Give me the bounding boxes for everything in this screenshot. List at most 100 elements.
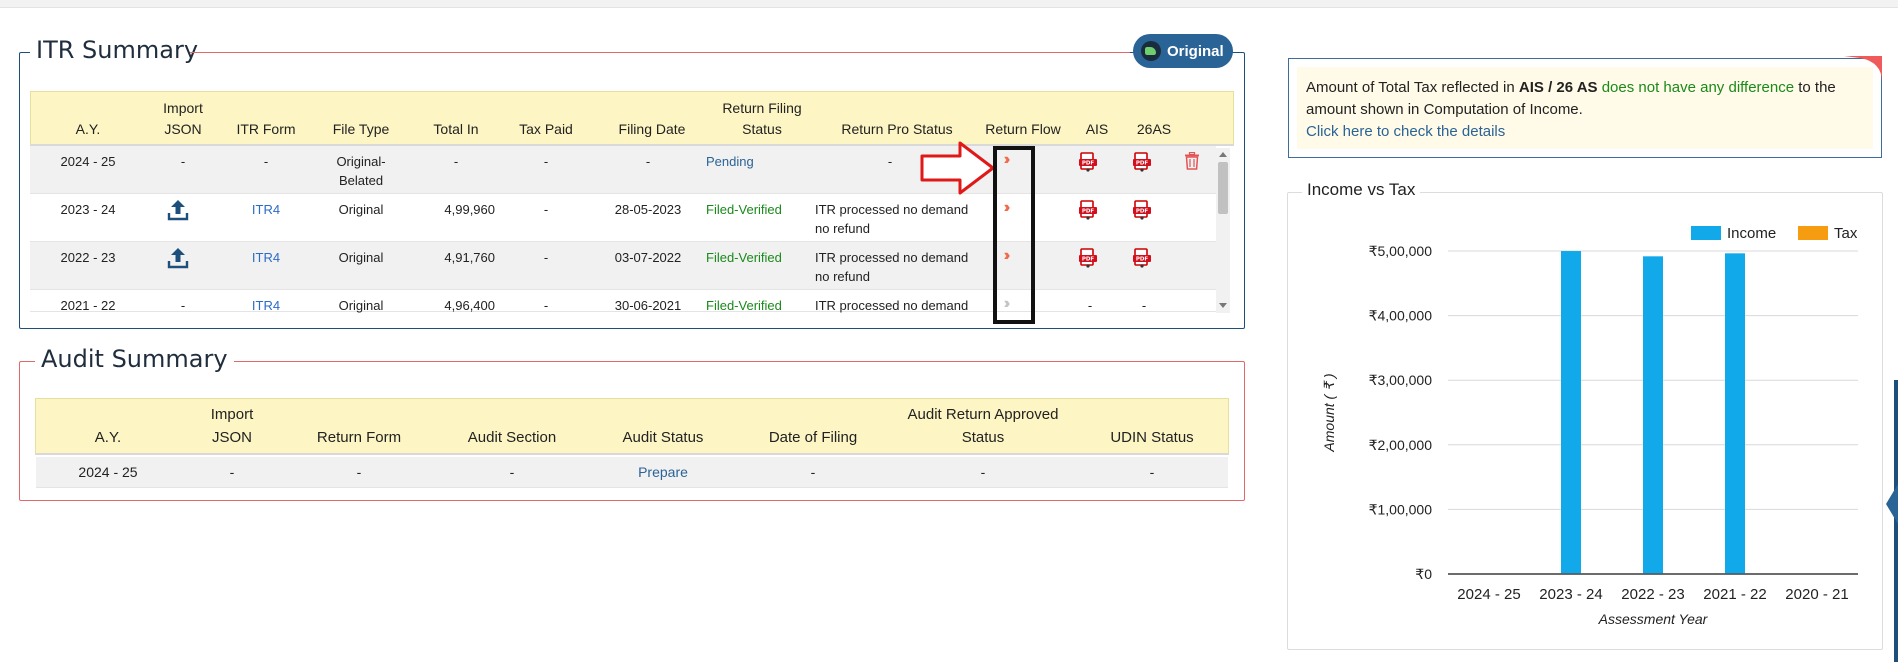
row-return-pro-status: ITR processed no demand (815, 250, 969, 265)
y-tick-label: ₹1,00,000 (1369, 501, 1433, 517)
row-tax-paid: - (543, 250, 549, 265)
row-return-pro-status: - (887, 154, 893, 169)
check-details-link[interactable]: Click here to check the details (1306, 121, 1873, 143)
row-26as: - (1141, 298, 1147, 313)
legend-income-swatch (1691, 226, 1721, 240)
row-return-pro-status-line2: no refund (815, 221, 870, 236)
audit-header-6: Audit Return Approved (907, 406, 1059, 423)
itr-header-7: Return Filing (722, 100, 802, 116)
scroll-up-arrow[interactable] (1219, 152, 1227, 157)
x-tick-label: 2024 - 25 (1457, 586, 1520, 603)
y-tick-label: ₹3,00,000 (1369, 372, 1433, 388)
itr-header-9-label: Return Flow (985, 121, 1061, 137)
itr-header-0-label: A.Y. (75, 121, 101, 137)
side-panel-tab[interactable] (1886, 484, 1898, 524)
26as-pdf-icon[interactable]: PDF (1132, 248, 1152, 268)
itr-header-5-label: Tax Paid (519, 121, 573, 137)
row-file-type: Original- (336, 154, 386, 169)
x-tick-label: 2022 - 23 (1621, 586, 1684, 603)
row-filing-status: Filed-Verified (706, 298, 782, 313)
itr-summary-title: ITR Summary (30, 36, 205, 64)
upload-json-icon[interactable] (167, 246, 189, 270)
row-assessment-year: 2022 - 23 (60, 250, 116, 265)
delete-trash-icon[interactable] (1184, 151, 1200, 170)
row-assessment-year: 2024 - 25 (60, 154, 116, 169)
notice-bold: AIS / 26 AS (1518, 79, 1598, 96)
scroll-down-arrow[interactable] (1219, 303, 1227, 308)
itr-header-10-label: AIS (1085, 121, 1109, 137)
row-total-income: 4,99,960 (444, 202, 495, 217)
notice-green: does not have any difference (1597, 79, 1795, 96)
svg-text:PDF: PDF (1136, 257, 1149, 263)
row-filing-date: 28-05-2023 (614, 202, 682, 217)
row-filing-date: 03-07-2022 (614, 250, 682, 265)
x-axis-label: Assessment Year (1598, 611, 1709, 627)
row-itr-form[interactable]: ITR4 (226, 200, 306, 219)
original-badge[interactable]: Original (1133, 34, 1233, 68)
audit-header-1: Import (210, 406, 254, 423)
audit-cell-json: - (229, 464, 235, 480)
y-tick-label: ₹5,00,000 (1369, 243, 1433, 259)
svg-text:PDF: PDF (1136, 209, 1149, 215)
audit-header-4-label: Audit Status (622, 429, 704, 446)
row-ais: - (1087, 298, 1093, 313)
audit-cell-status[interactable]: Prepare (598, 463, 728, 482)
row-import-json: - (180, 298, 186, 313)
row-file-type: Original (338, 250, 384, 265)
row-itr-form[interactable]: ITR4 (226, 248, 306, 267)
notice-corner-ribbon (1844, 56, 1882, 82)
x-tick-label: 2023 - 24 (1539, 586, 1602, 603)
x-tick-label: 2020 - 21 (1785, 586, 1848, 603)
26as-pdf-icon[interactable]: PDF (1132, 200, 1152, 220)
svg-text:PDF: PDF (1082, 161, 1095, 167)
audit-cell-form: - (356, 464, 362, 480)
tax-difference-notice: Amount of Total Tax reflected in AIS / 2… (1288, 58, 1882, 158)
row-itr-form: - (263, 154, 269, 169)
itr-header-3-label: File Type (332, 121, 390, 137)
row-total-income: 4,91,760 (444, 250, 495, 265)
row-file-type: Original (338, 202, 384, 217)
audit-header-3-label: Audit Section (467, 429, 557, 446)
itr-header-1: Import (163, 100, 203, 116)
itr-table-scrollbar[interactable] (1216, 148, 1230, 313)
svg-text:PDF: PDF (1082, 257, 1095, 263)
income-bar (1725, 253, 1745, 574)
ais-pdf-icon[interactable]: PDF (1078, 248, 1098, 268)
return-flow-highlight-box (993, 146, 1035, 324)
row-total-income: 4,96,400 (444, 298, 495, 313)
row-return-pro-status: ITR processed no demand (815, 298, 969, 313)
itr-header-1-label: JSON (164, 121, 202, 137)
itr-title-underline (190, 52, 1130, 53)
26as-pdf-icon[interactable]: PDF (1132, 152, 1152, 172)
upload-json-icon[interactable] (167, 198, 189, 222)
income-bar (1561, 251, 1581, 574)
row-filing-date: 30-06-2021 (614, 298, 682, 313)
row-filing-status[interactable]: Pending (706, 152, 816, 171)
row-filing-status: Filed-Verified (706, 250, 782, 265)
row-file-type: Original (338, 298, 384, 313)
row-return-pro-status: ITR processed no demand (815, 202, 969, 217)
legend-income-label: Income (1727, 225, 1776, 242)
row-assessment-year: 2023 - 24 (60, 202, 116, 217)
row-itr-form[interactable]: ITR4 (226, 296, 306, 315)
row-tax-paid: - (543, 154, 549, 169)
audit-cell-udin: - (1149, 464, 1155, 480)
ais-pdf-icon[interactable]: PDF (1078, 200, 1098, 220)
row-return-pro-status-line2: no refund (815, 269, 870, 284)
legend-tax-swatch (1798, 226, 1828, 240)
audit-header-1-label: JSON (211, 429, 252, 446)
audit-header-7-label: UDIN Status (1110, 429, 1194, 446)
notice-text-1: Amount of Total Tax reflected in (1306, 79, 1519, 96)
row-tax-paid: - (543, 298, 549, 313)
audit-header-5-label: Date of Filing (768, 429, 858, 446)
row-assessment-year: 2021 - 22 (60, 298, 116, 313)
scroll-thumb[interactable] (1218, 162, 1228, 214)
ais-pdf-icon[interactable]: PDF (1078, 152, 1098, 172)
row-filing-status: Filed-Verified (706, 202, 782, 217)
income-vs-tax-chart: ₹0 ₹1,00,000 ₹2,00,000 ₹3,00,000 ₹4,00,000 ₹5… (1321, 225, 1858, 627)
itr-header-4-label: Total In (433, 121, 479, 137)
notice-content: Amount of Total Tax reflected in AIS / 2… (1297, 67, 1873, 149)
legend-tax-label: Tax (1834, 225, 1858, 242)
audit-cell-date: - (810, 464, 816, 480)
audit-cell-approved: - (980, 464, 986, 480)
